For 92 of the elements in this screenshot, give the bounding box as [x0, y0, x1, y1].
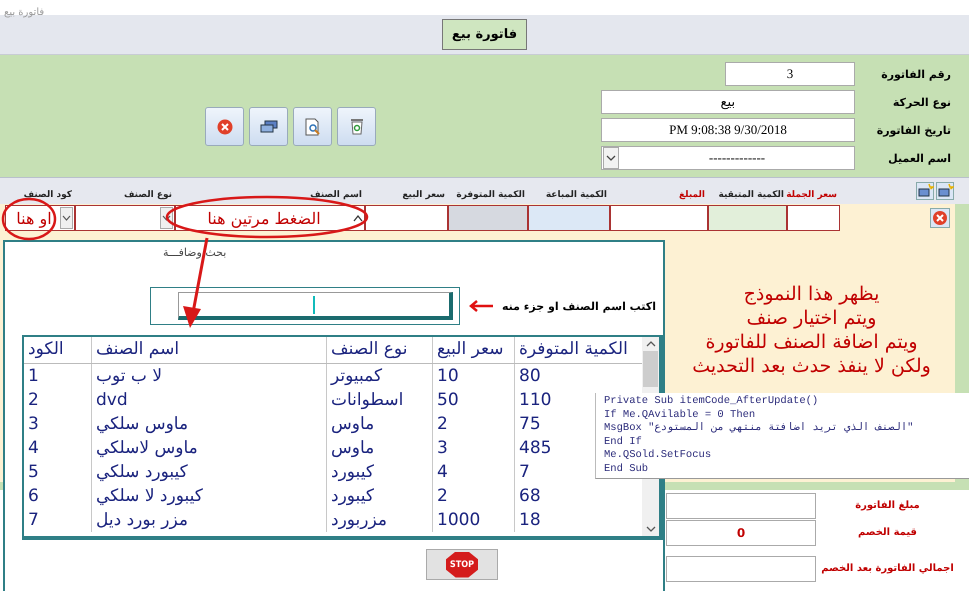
add-record-icon[interactable]	[936, 182, 954, 200]
table-cell: كمبيوتر	[326, 364, 432, 388]
field-label: رقم الفاتورة	[880, 68, 952, 80]
table-cell: اسطوانات	[326, 388, 432, 412]
trash-icon	[350, 118, 364, 135]
hint-text: اكتب اسم الصنف او جزء منه	[502, 300, 656, 312]
text-field[interactable]: بيع	[601, 90, 855, 114]
table-cell: 3	[432, 436, 514, 460]
field-label: قيمة الخصم	[857, 526, 918, 540]
text-field[interactable]	[666, 556, 816, 582]
column-header: كود الصنف	[24, 190, 72, 200]
subform-cell[interactable]	[708, 205, 787, 231]
arrow-icon	[468, 299, 494, 313]
search-field[interactable]	[150, 287, 460, 325]
note-text: ولكن لا ينفذ حدث بعد التحديث	[691, 354, 932, 378]
column-header: الكود	[27, 338, 65, 361]
table-cell: 50	[432, 388, 514, 412]
field-label: مبلغ الفاتورة	[854, 499, 921, 513]
field-label: نوع الحركة	[892, 96, 952, 108]
column-header: نوع الصنف	[124, 190, 172, 200]
column-header: المبلغ	[679, 190, 705, 200]
toolbar-button[interactable]	[337, 107, 376, 146]
close-icon	[216, 118, 232, 134]
table-cell: dvd	[91, 388, 326, 412]
table-cell: ماوس لاسلكي	[91, 436, 326, 460]
toolbar-button[interactable]	[293, 107, 332, 146]
add-record-icon[interactable]	[916, 182, 934, 200]
table-cell-text: 2	[27, 389, 40, 412]
table-cell: 2	[432, 484, 514, 508]
subform-cell[interactable]	[787, 205, 840, 231]
field-label: تاريخ الفاتورة	[876, 124, 952, 136]
text-field[interactable]	[666, 493, 816, 519]
form-title-button[interactable]: فاتورة بيع	[442, 19, 528, 50]
subform-cell[interactable]	[528, 205, 610, 231]
table-cell-text: 7	[27, 509, 40, 532]
note-text: يظهر هذا النموذج	[742, 282, 880, 306]
text-field[interactable]: 0	[666, 520, 816, 546]
subform-cell[interactable]: او هنا	[5, 205, 75, 231]
column-header: سعر البيع	[432, 337, 514, 363]
subform-cell[interactable]: الضغط مرتين هنا	[175, 205, 365, 231]
note-text: ويتم اختيار صنف	[746, 306, 878, 330]
scrollbar-thumb[interactable]	[643, 351, 658, 387]
caret-up-icon[interactable]	[646, 340, 656, 348]
table-cell: مزربورد	[326, 508, 432, 532]
note-text: ويتم اضافة الصنف للفاتورة	[704, 330, 919, 354]
column-header: الكمية المتوفرة	[456, 190, 525, 200]
text-field[interactable]: 9/30/2018 9:08:38 PM	[601, 118, 855, 142]
stop-button[interactable]: STOP	[426, 549, 498, 580]
table-cell: كيبورد	[326, 460, 432, 484]
combo-box[interactable]: -------------	[601, 146, 855, 170]
table-cell: كيبورد سلكي	[91, 460, 326, 484]
table-cell: 2	[432, 412, 514, 436]
subform-cell[interactable]	[610, 205, 708, 231]
table-cell-text: 3	[27, 413, 40, 436]
table-cell: كيبورد لا سلكي	[91, 484, 326, 508]
save-icon	[260, 120, 278, 134]
column-header: نوع الصنف	[326, 337, 432, 363]
table-cell: ماوس	[326, 412, 432, 436]
field-value: الضغط مرتين هنا	[207, 208, 321, 228]
table-cell-text: 1	[27, 365, 40, 388]
caret-up-icon	[353, 214, 363, 222]
table-cell: 10	[432, 364, 514, 388]
column-header: سعر الجملة	[786, 190, 837, 200]
window-title: بحث وضافـــة	[163, 246, 226, 259]
table-cell-text: 6	[27, 485, 40, 508]
caret-down-icon[interactable]	[646, 525, 656, 533]
table-cell: ماوس	[326, 436, 432, 460]
window-title: فاتورة بيع	[4, 7, 44, 19]
table-cell-text: 4	[27, 437, 40, 460]
table-cell-text: 5	[27, 461, 40, 484]
column-header: اسم الصنف	[310, 190, 362, 200]
table-cell: 4	[432, 460, 514, 484]
table-cell: كيبورد	[326, 484, 432, 508]
column-header: الكمية المباعة	[546, 190, 607, 200]
table-cell: مزر بورد ديل	[91, 508, 326, 532]
column-header: الكمية المتبقية	[718, 190, 784, 200]
field-value: او هنا	[16, 208, 52, 228]
document-magnifier-icon	[304, 118, 320, 136]
toolbar-button[interactable]	[249, 107, 288, 146]
table-cell: ماوس سلكي	[91, 412, 326, 436]
column-header: سعر البيع	[402, 190, 445, 200]
table-cell: لا ب توب	[91, 364, 326, 388]
field-label: اجمالي الفاتورة بعد الخصم	[820, 562, 955, 576]
table-cell: 1000	[432, 508, 514, 532]
subform-cell[interactable]	[448, 205, 528, 231]
subform-cell[interactable]	[75, 205, 175, 231]
field-label: اسم العميل	[887, 152, 952, 164]
subform-cell[interactable]	[365, 205, 448, 231]
delete-icon[interactable]	[930, 208, 950, 228]
text-field[interactable]: 3	[725, 62, 855, 86]
annotation-circle	[2, 198, 56, 240]
column-header: اسم الصنف	[91, 337, 326, 363]
